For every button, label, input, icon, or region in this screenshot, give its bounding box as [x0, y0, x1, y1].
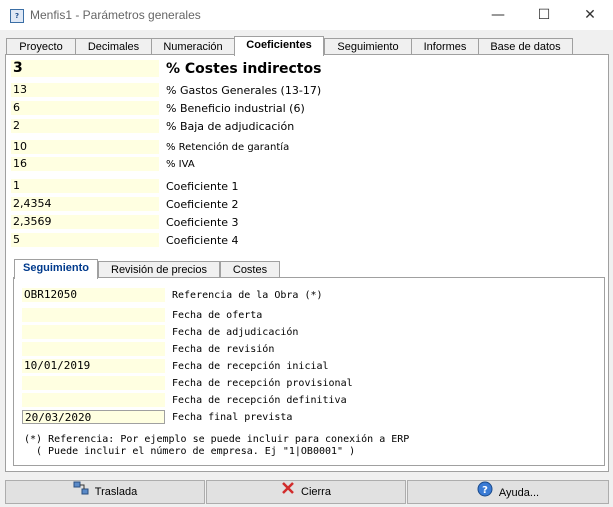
- fecha-oferta-field[interactable]: [22, 308, 165, 322]
- transfer-icon: [73, 481, 89, 503]
- fecha-oferta-label: Fecha de oferta: [172, 310, 263, 321]
- fecha-recepcion-provisional-field[interactable]: [22, 376, 165, 390]
- subtab-seguimiento[interactable]: Seguimiento: [14, 259, 98, 279]
- coeficiente-3-field[interactable]: 2,3569: [11, 215, 159, 229]
- traslada-button[interactable]: Traslada: [5, 480, 205, 504]
- retencion-garantia-label: % Retención de garantía: [166, 142, 290, 153]
- costes-indirectos-field[interactable]: 3: [11, 60, 159, 77]
- tab-decimales[interactable]: Decimales: [75, 38, 152, 55]
- baja-adjudicacion-label: % Baja de adjudicación: [166, 120, 295, 133]
- tab-base-de-datos[interactable]: Base de datos: [478, 38, 573, 55]
- beneficio-industrial-label: % Beneficio industrial (6): [166, 102, 305, 115]
- fecha-final-prevista-label: Fecha final prevista: [172, 412, 293, 423]
- tab-numeracion[interactable]: Numeración: [151, 38, 235, 55]
- tab-informes[interactable]: Informes: [411, 38, 479, 55]
- referencia-note: (*) Referencia: Por ejemplo se puede inc…: [24, 434, 410, 445]
- close-button[interactable]: ✕: [567, 0, 613, 30]
- retencion-garantia-field[interactable]: 10: [11, 140, 159, 154]
- coeficiente-4-label: Coeficiente 4: [166, 234, 239, 247]
- fecha-adjudicacion-label: Fecha de adjudicación: [172, 327, 299, 338]
- title-bar: ? Menfis1 - Parámetros generales — ☐ ✕: [0, 0, 613, 30]
- baja-adjudicacion-field[interactable]: 2: [11, 119, 159, 133]
- referencia-obra-label: Referencia de la Obra (*): [172, 290, 323, 301]
- cierra-button[interactable]: Cierra: [206, 480, 406, 504]
- app-icon: ?: [10, 9, 24, 23]
- gastos-generales-field[interactable]: 13: [11, 83, 159, 97]
- fecha-recepcion-definitiva-field[interactable]: [22, 393, 165, 407]
- subtab-revision-precios[interactable]: Revisión de precios: [98, 261, 220, 278]
- coeficiente-3-label: Coeficiente 3: [166, 216, 239, 229]
- coeficiente-2-field[interactable]: 2,4354: [11, 197, 159, 211]
- costes-indirectos-label: % Costes indirectos: [166, 61, 322, 77]
- fecha-recepcion-inicial-field[interactable]: 10/01/2019: [22, 359, 165, 373]
- seguimiento-panel: OBR12050 Referencia de la Obra (*) Fecha…: [13, 277, 605, 466]
- coeficiente-1-field[interactable]: 1: [11, 179, 159, 193]
- help-icon: ?: [477, 481, 493, 505]
- traslada-label: Traslada: [94, 486, 138, 498]
- fecha-final-prevista-field[interactable]: 20/03/2020: [22, 410, 165, 424]
- ayuda-button[interactable]: ? Ayuda...: [407, 480, 609, 504]
- close-x-icon: [281, 481, 295, 503]
- subtab-costes[interactable]: Costes: [220, 261, 280, 278]
- coeficiente-2-label: Coeficiente 2: [166, 198, 239, 211]
- svg-text:?: ?: [482, 485, 488, 496]
- minimize-button[interactable]: —: [475, 0, 521, 30]
- fecha-revision-field[interactable]: [22, 342, 165, 356]
- coeficientes-panel: 3 % Costes indirectos 13 % Gastos Genera…: [5, 54, 609, 472]
- ayuda-label: Ayuda...: [498, 486, 540, 499]
- iva-label: % IVA: [166, 159, 195, 170]
- tab-seguimiento[interactable]: Seguimiento: [324, 38, 412, 55]
- maximize-button[interactable]: ☐: [521, 0, 567, 30]
- referencia-example-note: ( Puede incluir el número de empresa. Ej…: [36, 446, 356, 457]
- fecha-revision-label: Fecha de revisión: [172, 344, 275, 355]
- window-title: Menfis1 - Parámetros generales: [30, 8, 201, 22]
- cierra-label: Cierra: [301, 486, 331, 498]
- fecha-recepcion-provisional-label: Fecha de recepción provisional: [172, 378, 353, 389]
- iva-field[interactable]: 16: [11, 157, 159, 171]
- coeficiente-1-label: Coeficiente 1: [166, 180, 239, 193]
- fecha-recepcion-definitiva-label: Fecha de recepción definitiva: [172, 395, 347, 406]
- gastos-generales-label: % Gastos Generales (13-17): [166, 84, 322, 97]
- fecha-recepcion-inicial-label: Fecha de recepción inicial: [172, 361, 329, 372]
- beneficio-industrial-field[interactable]: 6: [11, 101, 159, 115]
- fecha-adjudicacion-field[interactable]: [22, 325, 165, 339]
- coeficiente-4-field[interactable]: 5: [11, 233, 159, 247]
- tab-coeficientes[interactable]: Coeficientes: [234, 36, 324, 56]
- referencia-obra-field[interactable]: OBR12050: [22, 288, 165, 302]
- tab-proyecto[interactable]: Proyecto: [6, 38, 76, 55]
